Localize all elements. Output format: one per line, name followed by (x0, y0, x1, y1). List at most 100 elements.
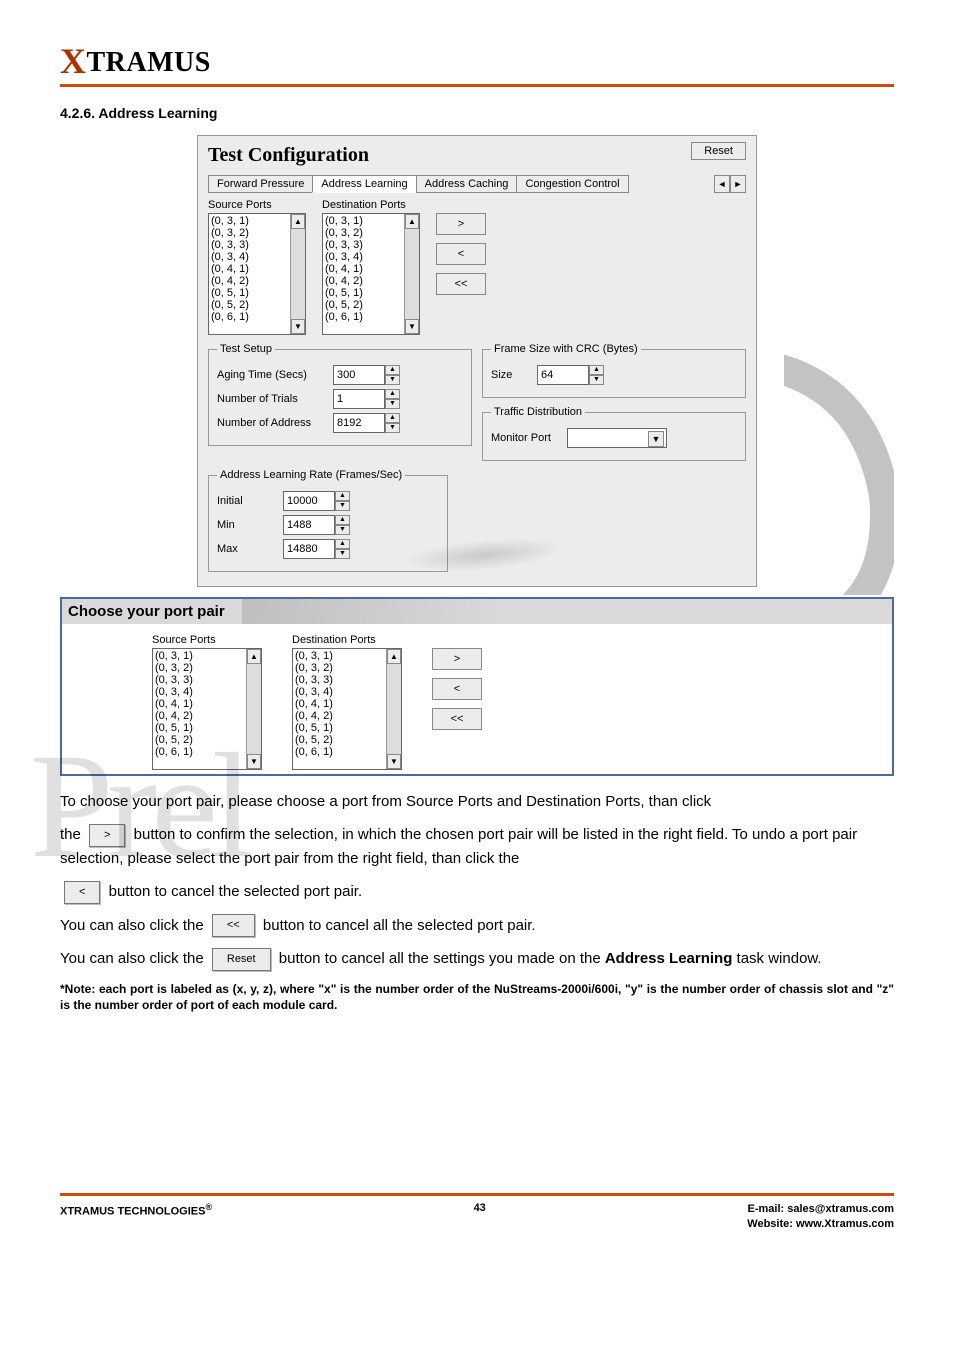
body-text: To choose your port pair, please choose … (60, 790, 894, 971)
spin-up-icon[interactable]: ▲ (385, 365, 400, 375)
spin-up-icon[interactable]: ▲ (385, 413, 400, 423)
window-title: Test Configuration (208, 144, 369, 167)
list-item[interactable]: (0, 3, 2) (155, 662, 259, 674)
list-item[interactable]: (0, 4, 2) (295, 710, 399, 722)
list-item[interactable]: (0, 3, 3) (295, 674, 399, 686)
spin-down-icon[interactable]: ▼ (385, 399, 400, 409)
list-item[interactable]: (0, 5, 2) (295, 734, 399, 746)
list-item[interactable]: (0, 4, 1) (155, 698, 259, 710)
list-item[interactable]: (0, 5, 1) (295, 722, 399, 734)
scroll-down-icon[interactable]: ▼ (247, 754, 261, 769)
learning-rate-group: Address Learning Rate (Frames/Sec) Initi… (208, 469, 448, 572)
footnote: *Note: each port is labeled as (x, y, z)… (60, 981, 894, 1013)
destination-ports-listbox[interactable]: (0, 3, 1) (0, 3, 2) (0, 3, 3) (0, 3, 4) … (292, 648, 402, 770)
footer-site-label: Website: (747, 1218, 796, 1230)
page-number: 43 (474, 1202, 486, 1214)
scroll-up-icon[interactable]: ▲ (291, 214, 305, 229)
spin-down-icon[interactable]: ▼ (589, 375, 604, 385)
aging-time-input[interactable] (333, 365, 385, 385)
source-ports-label: Source Ports (152, 634, 262, 646)
list-item[interactable]: (0, 3, 1) (295, 650, 399, 662)
clear-pairs-button-inline[interactable]: << (212, 914, 255, 937)
tab-forward-pressure[interactable]: Forward Pressure (208, 175, 313, 193)
spin-down-icon[interactable]: ▼ (335, 549, 350, 559)
tab-scroll-right-icon[interactable]: ► (730, 175, 746, 193)
para-1: To choose your port pair, please choose … (60, 793, 711, 810)
footer-email-label: E-mail: (748, 1203, 788, 1215)
brand-text: TRAMUS (87, 47, 211, 78)
list-item[interactable]: (0, 3, 1) (155, 650, 259, 662)
page-footer: XTRAMUS TECHNOLOGIES® 43 E-mail: sales@x… (0, 1196, 954, 1263)
address-count-input[interactable] (333, 413, 385, 433)
footer-company: XTRAMUS TECHNOLOGIES (60, 1206, 205, 1218)
list-item[interactable]: (0, 4, 1) (295, 698, 399, 710)
address-count-label: Number of Address (217, 417, 327, 429)
scroll-down-icon[interactable]: ▼ (405, 319, 419, 334)
remove-pair-button[interactable]: < (432, 678, 482, 700)
aging-time-label: Aging Time (Secs) (217, 369, 327, 381)
spin-up-icon[interactable]: ▲ (335, 515, 350, 525)
source-ports-label: Source Ports (208, 199, 306, 211)
list-item[interactable]: (0, 5, 2) (155, 734, 259, 746)
frame-size-input[interactable] (537, 365, 589, 385)
source-ports-listbox[interactable]: (0, 3, 1) (0, 3, 2) (0, 3, 3) (0, 3, 4) … (152, 648, 262, 770)
monitor-port-dropdown[interactable] (567, 428, 667, 448)
destination-ports-label: Destination Ports (322, 199, 420, 211)
port-pair-explain-box: Choose your port pair Source Ports (0, 3… (60, 597, 894, 776)
list-item[interactable]: (0, 6, 1) (155, 746, 259, 758)
destination-ports-listbox[interactable]: (0, 3, 1) (0, 3, 2) (0, 3, 3) (0, 3, 4) … (322, 213, 420, 335)
trials-input[interactable] (333, 389, 385, 409)
spin-down-icon[interactable]: ▼ (335, 501, 350, 511)
tab-strip: Forward Pressure Address Learning Addres… (208, 175, 746, 193)
reset-button[interactable]: Reset (691, 142, 746, 160)
list-item[interactable]: (0, 3, 2) (295, 662, 399, 674)
scroll-down-icon[interactable]: ▼ (291, 319, 305, 334)
tab-address-learning[interactable]: Address Learning (312, 175, 416, 193)
spin-up-icon[interactable]: ▲ (335, 491, 350, 501)
learning-rate-legend: Address Learning Rate (Frames/Sec) (217, 469, 405, 481)
clear-pairs-button[interactable]: << (436, 273, 486, 295)
registered-icon: ® (205, 1202, 212, 1212)
spin-up-icon[interactable]: ▲ (589, 365, 604, 375)
initial-rate-input[interactable] (283, 491, 335, 511)
add-pair-button[interactable]: > (436, 213, 486, 235)
tab-congestion-control[interactable]: Congestion Control (516, 175, 628, 193)
list-item[interactable]: (0, 5, 1) (155, 722, 259, 734)
para-4a: You can also click the (60, 917, 208, 934)
spin-up-icon[interactable]: ▲ (335, 539, 350, 549)
scroll-down-icon[interactable]: ▼ (387, 754, 401, 769)
reset-button-inline[interactable]: Reset (212, 948, 271, 971)
scroll-up-icon[interactable]: ▲ (247, 649, 261, 664)
footer-email: sales@xtramus.com (787, 1203, 894, 1215)
scroll-up-icon[interactable]: ▲ (405, 214, 419, 229)
tab-address-caching[interactable]: Address Caching (416, 175, 518, 193)
list-item[interactable]: (0, 3, 3) (155, 674, 259, 686)
list-item[interactable]: (0, 4, 2) (155, 710, 259, 722)
list-item[interactable]: (0, 3, 4) (155, 686, 259, 698)
clear-pairs-button[interactable]: << (432, 708, 482, 730)
traffic-dist-legend: Traffic Distribution (491, 406, 585, 418)
section-heading: 4.2.6. Address Learning (60, 105, 894, 121)
spin-down-icon[interactable]: ▼ (385, 375, 400, 385)
frame-size-legend: Frame Size with CRC (Bytes) (491, 343, 641, 355)
scroll-up-icon[interactable]: ▲ (387, 649, 401, 664)
explain-heading: Choose your port pair (62, 599, 892, 624)
list-item[interactable]: (0, 3, 4) (295, 686, 399, 698)
spin-down-icon[interactable]: ▼ (385, 423, 400, 433)
spin-up-icon[interactable]: ▲ (385, 389, 400, 399)
spin-down-icon[interactable]: ▼ (335, 525, 350, 535)
remove-pair-button[interactable]: < (436, 243, 486, 265)
max-rate-input[interactable] (283, 539, 335, 559)
remove-pair-button-inline[interactable]: < (64, 881, 100, 904)
traffic-dist-group: Traffic Distribution Monitor Port (482, 406, 746, 461)
add-pair-button[interactable]: > (432, 648, 482, 670)
source-ports-listbox[interactable]: (0, 3, 1) (0, 3, 2) (0, 3, 3) (0, 3, 4) … (208, 213, 306, 335)
trials-label: Number of Trials (217, 393, 327, 405)
tab-scroll-left-icon[interactable]: ◄ (714, 175, 730, 193)
brand-logo: XTRAMUS (60, 47, 211, 78)
add-pair-button-inline[interactable]: > (89, 824, 125, 847)
list-item[interactable]: (0, 6, 1) (295, 746, 399, 758)
min-rate-input[interactable] (283, 515, 335, 535)
para-2b: button to confirm the selection, in whic… (60, 826, 857, 867)
para-4b: button to cancel all the selected port p… (263, 917, 536, 934)
